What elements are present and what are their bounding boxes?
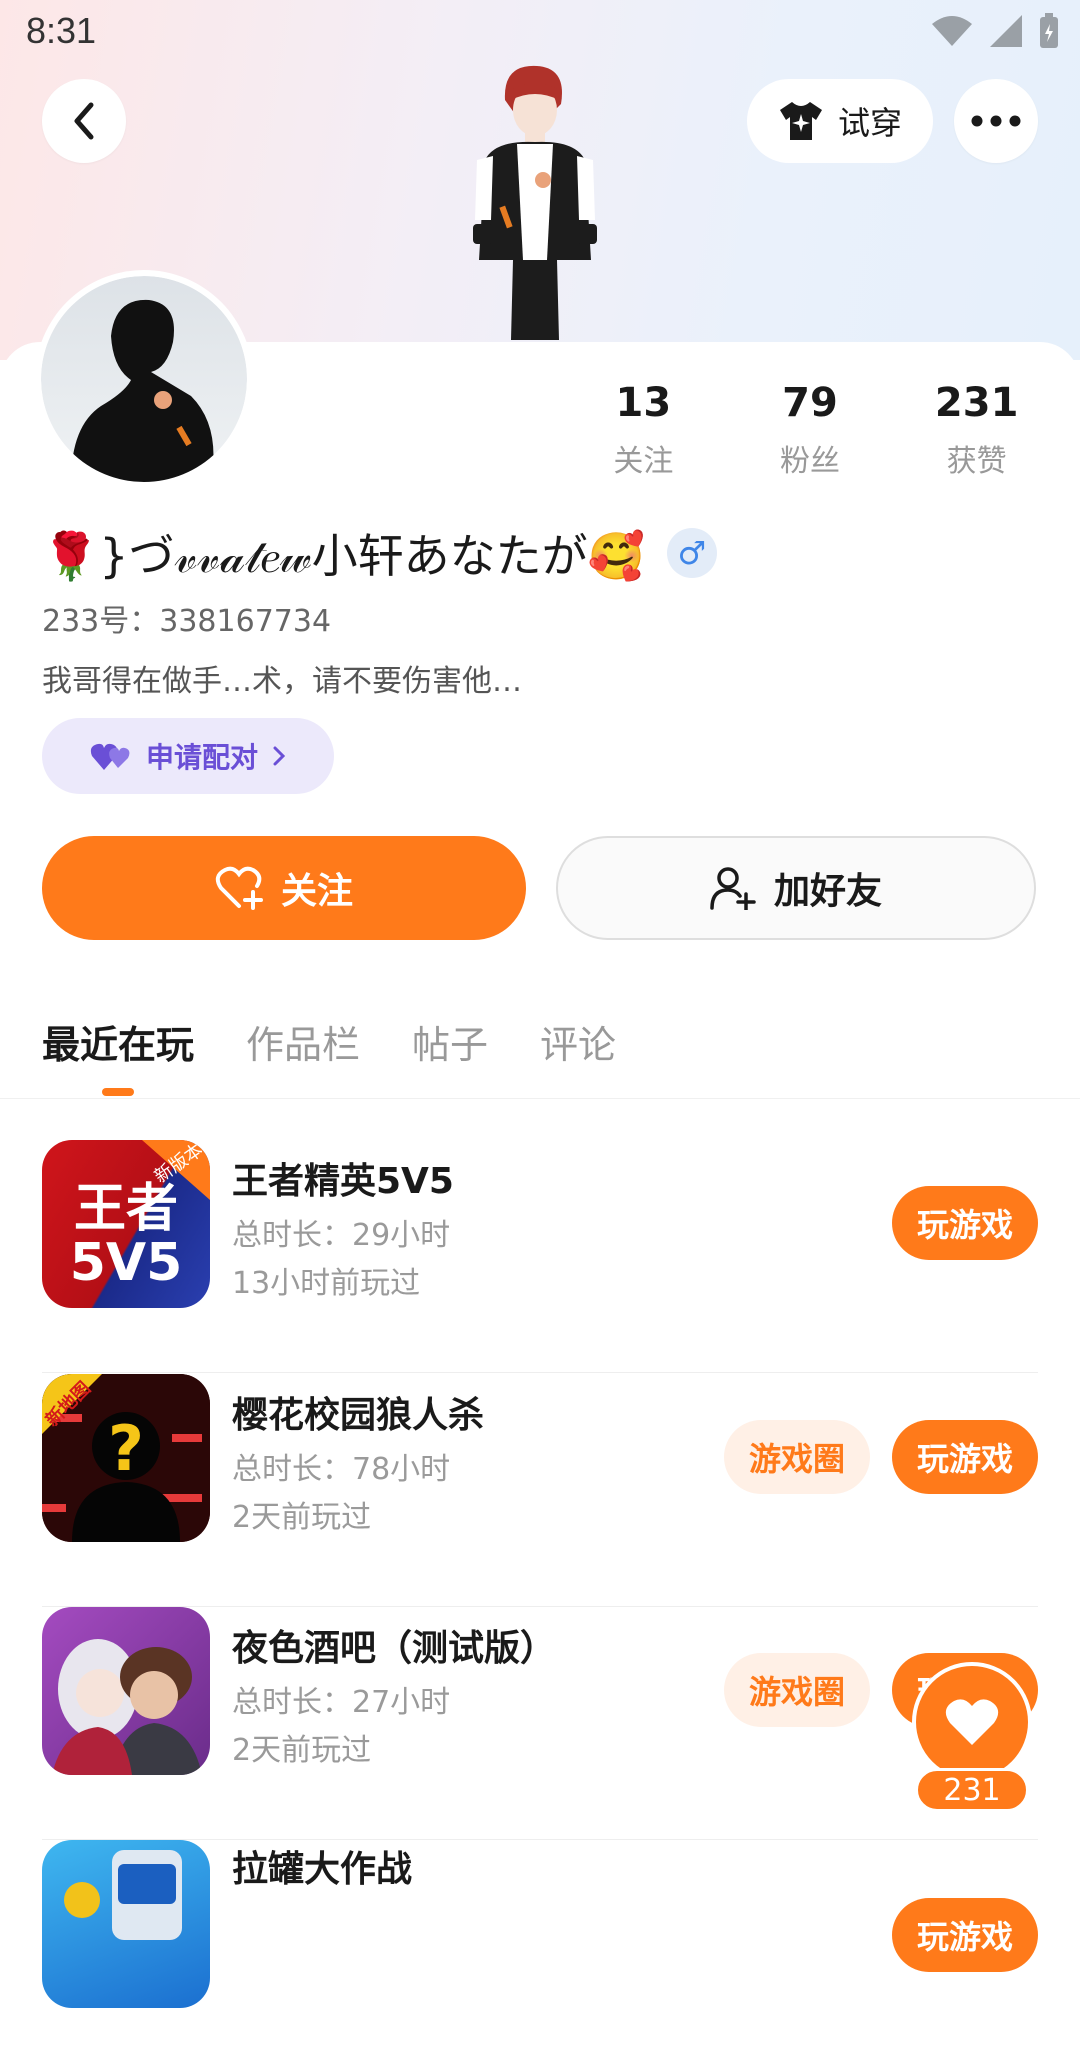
heart-icon xyxy=(945,1699,999,1745)
game-duration: 总时长：78小时 xyxy=(232,1452,451,1487)
game-duration: 总时长：29小时 xyxy=(232,1218,451,1253)
pair-label: 申请配对 xyxy=(145,741,258,774)
play-game-button[interactable]: 玩游戏 xyxy=(892,1420,1038,1494)
tab-label: 评论 xyxy=(540,1023,617,1067)
game-title: 拉罐大作战 xyxy=(232,1849,413,1890)
tshirt-icon xyxy=(779,102,822,140)
game-last-played: 2天前玩过 xyxy=(232,1733,372,1768)
back-arrow-icon xyxy=(74,102,94,140)
status-time: 8:31 xyxy=(26,10,97,51)
stat-value: 79 xyxy=(782,380,838,426)
gender-male-icon: ♂ xyxy=(666,528,717,578)
tabs-divider xyxy=(0,1098,1080,1099)
signal-icon xyxy=(990,15,1022,47)
like-button[interactable] xyxy=(912,1662,1032,1782)
try-on-label: 试穿 xyxy=(837,104,902,142)
icon-question: ? xyxy=(108,1412,144,1485)
tab-label: 最近在玩 xyxy=(42,1023,195,1067)
game-title: 王者精英5V5 xyxy=(232,1161,454,1202)
stat-value: 231 xyxy=(934,380,1019,426)
apply-pair-button[interactable]: 申请配对 xyxy=(42,718,334,794)
avatar-image xyxy=(41,276,247,482)
game-circle-button[interactable]: 游戏圈 xyxy=(724,1420,870,1494)
stat-likes[interactable]: 231 获赞 xyxy=(893,380,1060,480)
stat-followers[interactable]: 79 粉丝 xyxy=(727,380,894,480)
game-title: 樱花校园狼人杀 xyxy=(232,1395,485,1436)
add-user-icon xyxy=(710,867,756,910)
follow-label: 关注 xyxy=(280,871,353,912)
follow-button[interactable]: 关注 xyxy=(42,836,526,940)
avatar-silhouette xyxy=(71,299,214,482)
user-id: 233号：338167734 xyxy=(42,604,332,639)
more-dots-icon xyxy=(971,115,1021,127)
tab-active-indicator xyxy=(102,1088,134,1096)
game-last-played: 13小时前玩过 xyxy=(232,1266,421,1301)
play-game-button[interactable]: 玩游戏 xyxy=(892,1898,1038,1972)
like-count-badge: 231 xyxy=(915,1768,1029,1812)
stat-following[interactable]: 13 关注 xyxy=(560,380,727,480)
tab-comments[interactable]: 评论 xyxy=(540,1014,616,1069)
add-friend-button[interactable]: 加好友 xyxy=(556,836,1036,940)
hearts-icon xyxy=(90,743,130,770)
chevron-right-icon xyxy=(273,746,286,766)
game-list-item[interactable]: ? 新地图 樱花校园狼人杀 总时长：78小时 2天前玩过 游戏圈 玩游戏 xyxy=(42,1374,1038,1607)
profile-tabs: 最近在玩 作品栏 帖子 评论 xyxy=(42,1014,616,1096)
game-icon-werewolf[interactable]: ? 新地图 xyxy=(42,1374,210,1542)
stat-label: 获赞 xyxy=(946,444,1007,479)
game-circle-button[interactable]: 游戏圈 xyxy=(724,1653,870,1727)
tab-posts[interactable]: 帖子 xyxy=(412,1014,488,1069)
heart-plus-icon xyxy=(215,866,263,910)
avatar[interactable] xyxy=(41,276,247,482)
tab-label: 作品栏 xyxy=(246,1023,361,1067)
game-duration: 总时长：27小时 xyxy=(232,1685,451,1720)
bio: 我哥得在做手…术，请不要伤害他… xyxy=(42,664,522,699)
svg-text:王者: 王者 xyxy=(74,1179,178,1239)
tab-works[interactable]: 作品栏 xyxy=(246,1014,360,1069)
profile-stats: 13 关注 79 粉丝 231 获赞 xyxy=(560,380,1060,480)
wifi-icon xyxy=(932,16,972,46)
add-friend-label: 加好友 xyxy=(773,871,882,912)
game-list-item[interactable]: 夜色酒吧（测试版） 总时长：27小时 2天前玩过 游戏圈 玩游戏 xyxy=(42,1607,1038,1840)
status-bar: 8:31 xyxy=(0,0,1080,64)
stat-label: 粉丝 xyxy=(780,444,840,479)
game-icon-wangzhe[interactable]: 新版本 王者 5V5 xyxy=(42,1140,210,1308)
svg-text:5V5: 5V5 xyxy=(70,1233,183,1293)
play-game-button[interactable]: 玩游戏 xyxy=(892,1186,1038,1260)
more-button[interactable] xyxy=(954,79,1038,163)
back-button[interactable] xyxy=(42,79,126,163)
game-list-item[interactable]: 新版本 王者 5V5 王者精英5V5 总时长：29小时 13小时前玩过 玩游戏 xyxy=(42,1140,1038,1373)
game-title: 夜色酒吧（测试版） xyxy=(232,1628,557,1669)
stat-value: 13 xyxy=(615,380,672,426)
try-on-button[interactable]: 试穿 xyxy=(747,79,933,163)
tab-label: 帖子 xyxy=(412,1023,489,1067)
nickname-row: 🌹}づ𝓋𝓋𝒶𝓉𝑒𝓌小轩あなたが🥰 ♂ xyxy=(42,520,717,586)
nickname: 🌹}づ𝓋𝓋𝒶𝓉𝑒𝓌小轩あなたが🥰 xyxy=(42,529,645,583)
tab-recent-played[interactable]: 最近在玩 xyxy=(42,1014,195,1096)
game-last-played: 2天前玩过 xyxy=(232,1500,372,1535)
game-list-item[interactable]: 拉罐大作战 玩游戏 xyxy=(42,1840,1038,2072)
game-icon-can-battle[interactable] xyxy=(42,1840,210,2008)
avatar-character-image xyxy=(473,65,597,340)
status-icons xyxy=(930,12,1060,50)
game-icon-night-bar[interactable] xyxy=(42,1607,210,1775)
stat-label: 关注 xyxy=(613,444,674,479)
battery-icon xyxy=(1040,13,1058,48)
